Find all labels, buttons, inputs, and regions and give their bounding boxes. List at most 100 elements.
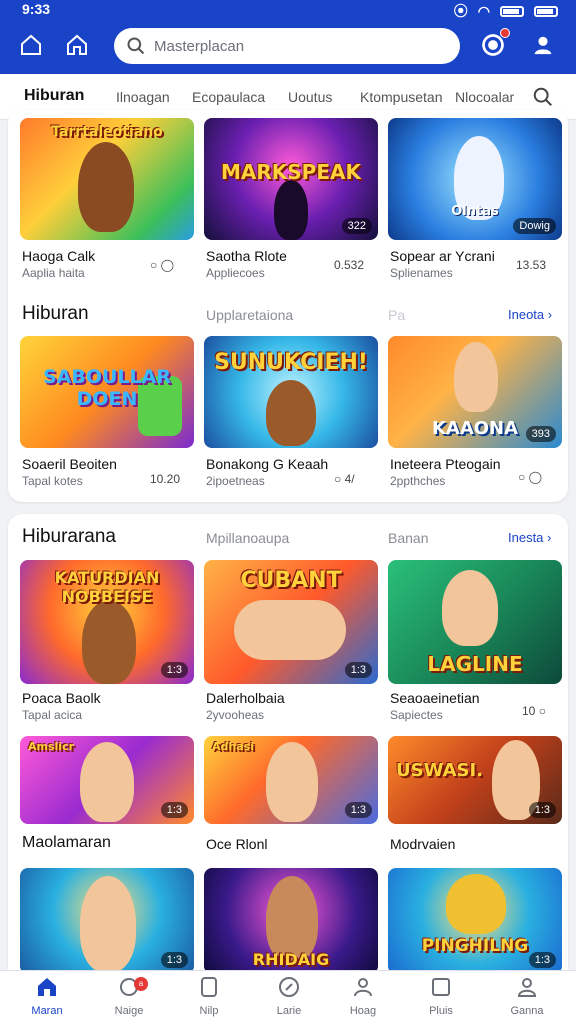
house-icon[interactable] bbox=[62, 30, 92, 60]
game-title[interactable]: Saotha Rlote bbox=[206, 248, 287, 264]
game-title[interactable]: Dalerholbaia bbox=[206, 690, 285, 706]
nav-larie[interactable]: Larie bbox=[254, 975, 324, 1017]
rating-badge: 1:3 bbox=[160, 952, 188, 968]
game-meta: 13.53 bbox=[516, 258, 547, 272]
game-art-title: Olntas bbox=[451, 204, 499, 219]
game-card-12[interactable]: USWASI. 1:3 bbox=[388, 736, 562, 824]
game-meta: 0.532 bbox=[334, 258, 365, 272]
tab-hiburan[interactable]: Hiburan bbox=[24, 87, 84, 105]
tablet-icon bbox=[201, 977, 217, 997]
search-icon bbox=[127, 37, 145, 55]
game-subtitle: Sapiectes bbox=[390, 708, 443, 722]
character-group bbox=[234, 600, 346, 660]
tab-uoutus[interactable]: Uoutus bbox=[288, 89, 332, 105]
nav-label: Ganna bbox=[510, 1005, 544, 1017]
game-subtitle: Tapal kotes bbox=[22, 474, 83, 488]
girl-character bbox=[266, 742, 318, 822]
compass-icon bbox=[279, 977, 299, 997]
tab-ecopaulaca[interactable]: Ecopaulaca bbox=[192, 89, 265, 105]
section-title: Hiburarana bbox=[22, 526, 116, 547]
game-card-1[interactable]: Tarrtaleotiano bbox=[20, 118, 194, 240]
game-subtitle: Aaplia haita bbox=[22, 266, 85, 280]
nav-label: Pluis bbox=[429, 1005, 453, 1017]
game-card-3[interactable]: Olntas Dowig bbox=[388, 118, 562, 240]
nav-messages[interactable]: a Naige bbox=[94, 975, 164, 1017]
featured-panel: Tarrtaleotiano Haoga Calk Aaplia haita ○… bbox=[8, 110, 568, 502]
see-more-link[interactable]: Inesta › bbox=[508, 530, 551, 545]
game-subtitle: 2ipoetneas bbox=[206, 474, 265, 488]
row-label: Modrvaien bbox=[390, 836, 456, 852]
game-meta: 10.20 bbox=[150, 472, 181, 486]
rating-badge: 1:3 bbox=[528, 952, 556, 968]
nav-home[interactable]: Maran bbox=[12, 975, 82, 1017]
see-more-label: Ineota bbox=[508, 307, 545, 322]
home-icon[interactable] bbox=[16, 30, 46, 60]
section-subtitle-2: Pa bbox=[388, 307, 406, 323]
battery-icon-2 bbox=[534, 5, 558, 17]
signal-icon: ⦿ bbox=[453, 3, 468, 19]
search-bar[interactable]: Masterplacan bbox=[114, 28, 460, 64]
account-button[interactable] bbox=[528, 30, 558, 60]
game-art-title: Amslicr bbox=[28, 740, 75, 753]
game-meta-value: 10 bbox=[522, 704, 536, 718]
game-art-title: CUBANT bbox=[240, 568, 342, 593]
bottom-navigation: Maran a Naige Nilp Larie Hoag Pluis Gann… bbox=[0, 970, 576, 1024]
bear-character bbox=[78, 142, 134, 232]
game-card-14[interactable]: RHIDAIG bbox=[204, 868, 378, 974]
game-title[interactable]: Haoga Calk bbox=[22, 248, 95, 264]
nav-label: Nilp bbox=[199, 1005, 219, 1017]
rating-badge: 1:3 bbox=[528, 802, 556, 818]
tab-ktompusetan[interactable]: Ktompusetan bbox=[360, 89, 443, 105]
rating-badge: 1:3 bbox=[344, 802, 372, 818]
rating-badge: 393 bbox=[525, 426, 556, 442]
game-art-title: USWASI. bbox=[396, 760, 484, 781]
section-subtitle: Upplaretaiona bbox=[206, 307, 294, 323]
search-input[interactable]: Masterplacan bbox=[154, 38, 244, 55]
girl-character bbox=[80, 876, 136, 972]
search-icon[interactable] bbox=[532, 86, 554, 108]
tab-ilnoagan[interactable]: Ilnoagan bbox=[116, 89, 170, 105]
game-card-8[interactable]: CUBANT 1:3 bbox=[204, 560, 378, 684]
game-card-9[interactable]: LAGLINE bbox=[388, 560, 562, 684]
nav-ganna[interactable]: Ganna bbox=[492, 975, 562, 1017]
nav-pluis[interactable]: Pluis bbox=[406, 975, 476, 1017]
game-card-5[interactable]: SUNUKCIEH! bbox=[204, 336, 378, 448]
game-card-4[interactable]: SABOULLAR DOEN bbox=[20, 336, 194, 448]
home-icon bbox=[38, 978, 56, 996]
nav-label: Larie bbox=[276, 1005, 302, 1017]
game-card-2[interactable]: MARKSPEAK 322 bbox=[204, 118, 378, 240]
user-icon bbox=[534, 36, 552, 55]
game-subtitle: Appliecoes bbox=[206, 266, 265, 280]
game-meta-value: 4/ bbox=[344, 472, 355, 486]
silhouette-character bbox=[274, 180, 308, 240]
game-title[interactable]: Seaoaeinetian bbox=[390, 690, 480, 706]
notification-button[interactable] bbox=[478, 28, 510, 60]
see-more-link[interactable]: Ineota › bbox=[508, 307, 552, 322]
game-card-7[interactable]: KATURDIAN NOBBEISE 1:3 bbox=[20, 560, 194, 684]
profile-icon bbox=[517, 978, 537, 997]
game-card-15[interactable]: PINGHILNG 1:3 bbox=[388, 868, 562, 974]
game-card-10[interactable]: Amslicr 1:3 bbox=[20, 736, 194, 824]
nav-nilp[interactable]: Nilp bbox=[174, 975, 244, 1017]
game-title[interactable]: Soaeril Beoiten bbox=[22, 456, 117, 472]
bear-character bbox=[266, 380, 316, 446]
game-title[interactable]: Bonakong G Keaah bbox=[206, 456, 328, 472]
tab-nlocoalar[interactable]: Nlocoalar bbox=[455, 89, 514, 105]
battery-icon bbox=[500, 5, 524, 17]
game-card-11[interactable]: Adhasi 1:3 bbox=[204, 736, 378, 824]
game-card-6[interactable]: KAAONA 393 bbox=[388, 336, 562, 448]
game-title[interactable]: Ineteera Pteogain bbox=[390, 456, 501, 472]
game-art-title: KATURDIAN NOBBEISE bbox=[54, 568, 160, 606]
game-title[interactable]: Poaca Baolk bbox=[22, 690, 101, 706]
chat-icon: ○ ◯ bbox=[150, 258, 175, 272]
game-title[interactable]: Sopear ar Ycrani bbox=[390, 248, 495, 264]
app-header: 9:33 ⦿ ◠ Masterplacan bbox=[0, 0, 576, 74]
nav-hoag[interactable]: Hoag bbox=[328, 975, 398, 1017]
chat-icon: ○ ◯ bbox=[518, 470, 543, 484]
rating-badge: 322 bbox=[341, 218, 372, 234]
game-card-13[interactable]: 1:3 bbox=[20, 868, 194, 974]
game-meta: 10 ○ bbox=[522, 704, 546, 718]
row-label: Maolamaran bbox=[22, 834, 111, 851]
nav-label: Naige bbox=[114, 1005, 144, 1017]
game-art-title: RHIDAIG bbox=[252, 950, 330, 969]
